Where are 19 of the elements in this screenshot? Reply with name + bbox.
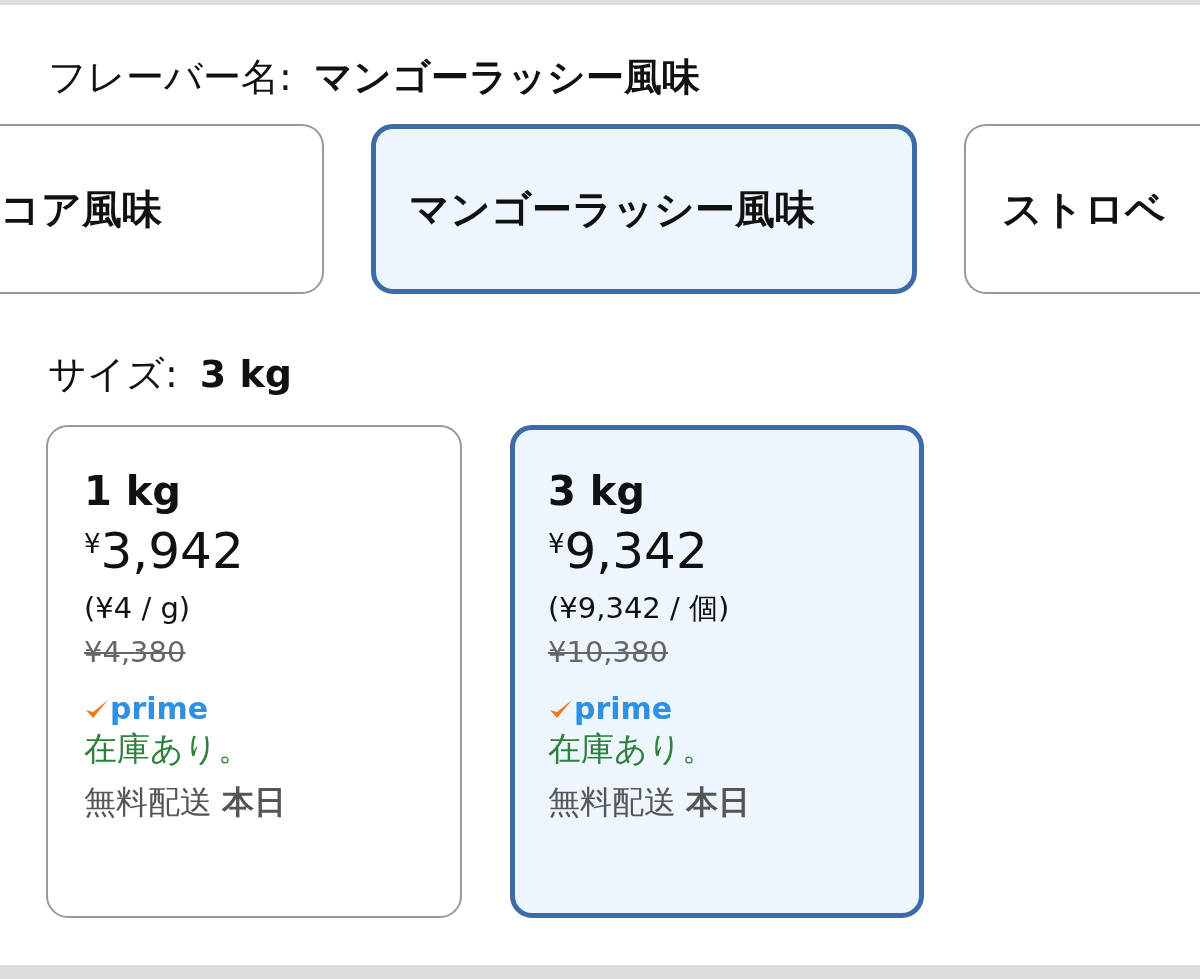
unit-price: (¥4 / g) xyxy=(84,590,191,627)
stock-status: 在庫あり。 xyxy=(548,728,715,770)
list-price: ¥10,380 xyxy=(548,633,668,671)
delivery-info: 無料配送 本日 xyxy=(548,781,751,823)
selected-flavor: マンゴーラッシー風味 xyxy=(313,54,700,101)
unit-price: (¥9,342 / 個) xyxy=(548,590,730,627)
delivery-info: 無料配送 本日 xyxy=(84,781,287,823)
flavor-option[interactable]: マンゴーラッシー風味 xyxy=(371,124,917,294)
flavor-label: フレーバー名: xyxy=(48,54,292,101)
prime-label: prime xyxy=(574,694,673,724)
size-label: サイズ: xyxy=(48,351,178,398)
stock-status: 在庫あり。 xyxy=(84,728,251,770)
size-name: 3 kg xyxy=(548,467,645,515)
flavor-option[interactable]: ストロベ xyxy=(964,124,1200,294)
selected-size: 3 kg xyxy=(199,351,292,398)
size-name: 1 kg xyxy=(84,467,181,515)
flavor-option[interactable]: コア風味 xyxy=(0,124,324,294)
prime-label: prime xyxy=(110,694,209,724)
list-price: ¥4,380 xyxy=(84,633,186,671)
